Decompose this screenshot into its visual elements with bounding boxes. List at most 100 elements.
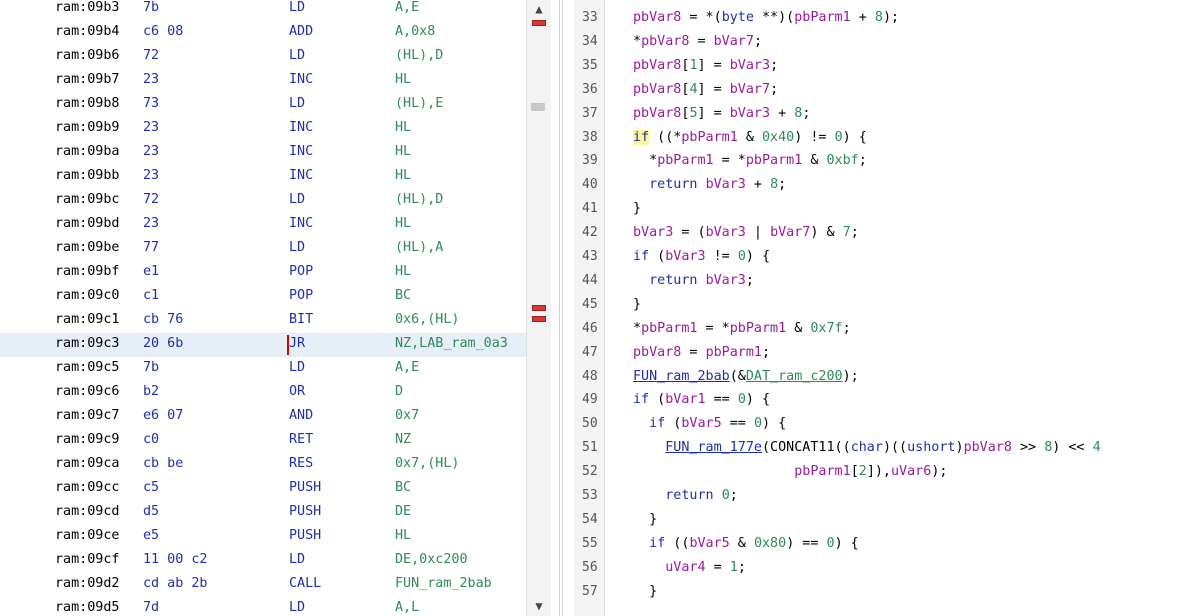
listing-operands[interactable]: DE bbox=[395, 504, 411, 519]
listing-operands[interactable]: (HL),D bbox=[395, 192, 443, 207]
code-line[interactable]: pbVar8[4] = bVar7; bbox=[633, 82, 778, 97]
code-line[interactable]: *pbVar8 = bVar7; bbox=[633, 34, 762, 49]
listing-row[interactable]: ram:09b7 23 INC HL bbox=[0, 69, 526, 93]
listing-mnemonic[interactable]: AND bbox=[289, 408, 313, 423]
listing-bytes[interactable]: 7b bbox=[143, 0, 159, 15]
listing-address[interactable]: ram:09c7 bbox=[55, 408, 120, 423]
listing-address[interactable]: ram:09bb bbox=[55, 168, 120, 183]
code-line[interactable]: *pbParm1 = *pbParm1 & 0x7f; bbox=[633, 321, 851, 336]
variable-token[interactable]: pbVar8 bbox=[964, 440, 1012, 455]
listing-mnemonic[interactable]: LD bbox=[289, 552, 305, 567]
listing-address[interactable]: ram:09cf bbox=[55, 552, 120, 567]
listing-mnemonic[interactable]: ADD bbox=[289, 24, 313, 39]
listing-row[interactable]: ram:09b3 7b LD A,E bbox=[0, 0, 526, 21]
listing-mnemonic[interactable]: POP bbox=[289, 288, 313, 303]
listing-operands[interactable]: (HL),D bbox=[395, 48, 443, 63]
listing-mnemonic[interactable]: OR bbox=[289, 384, 305, 399]
listing-mnemonic[interactable]: INC bbox=[289, 168, 313, 183]
listing-bytes[interactable]: b2 bbox=[143, 384, 159, 399]
listing-operands[interactable]: HL bbox=[395, 120, 411, 135]
listing-bytes[interactable]: cb be bbox=[143, 456, 183, 471]
listing-address[interactable]: ram:09b9 bbox=[55, 120, 120, 135]
variable-token[interactable]: pbParm1 bbox=[746, 153, 802, 168]
listing-mnemonic[interactable]: LD bbox=[289, 96, 305, 111]
listing-mnemonic[interactable]: RES bbox=[289, 456, 313, 471]
listing-operands[interactable]: DE,0xc200 bbox=[395, 552, 468, 567]
bookmark-marker[interactable] bbox=[532, 316, 546, 322]
listing-address[interactable]: ram:09cc bbox=[55, 480, 120, 495]
variable-token[interactable]: pbVar8 bbox=[641, 34, 689, 49]
variable-token[interactable]: pbParm1 bbox=[730, 321, 786, 336]
listing-bytes[interactable]: 23 bbox=[143, 144, 159, 159]
code-line[interactable]: } bbox=[633, 584, 657, 599]
listing-operands[interactable]: HL bbox=[395, 168, 411, 183]
listing-row[interactable]: ram:09b4 c6 08 ADD A,0x8 bbox=[0, 21, 526, 45]
listing-bytes[interactable]: c0 bbox=[143, 432, 159, 447]
listing-operands[interactable]: (HL),E bbox=[395, 96, 443, 111]
listing-operands[interactable]: HL bbox=[395, 528, 411, 543]
listing-bytes[interactable]: 72 bbox=[143, 192, 159, 207]
scroll-thumb[interactable] bbox=[531, 103, 545, 111]
listing-row[interactable]: ram:09c6 b2 OR D bbox=[0, 381, 526, 405]
listing-operands[interactable]: A,L bbox=[395, 600, 419, 615]
listing-bytes[interactable]: 72 bbox=[143, 48, 159, 63]
listing-bytes[interactable]: 7b bbox=[143, 360, 159, 375]
function-link[interactable]: FUN_ram_177e bbox=[665, 440, 762, 455]
listing-row[interactable]: ram:09b6 72 LD (HL),D bbox=[0, 45, 526, 69]
listing-row[interactable]: ram:09cc c5 PUSH BC bbox=[0, 477, 526, 501]
listing-operands[interactable]: HL bbox=[395, 216, 411, 231]
code-line[interactable]: if (bVar1 == 0) { bbox=[633, 392, 770, 407]
listing-address[interactable]: ram:09bd bbox=[55, 216, 120, 231]
listing-bytes[interactable]: c6 08 bbox=[143, 24, 183, 39]
listing-address[interactable]: ram:09b6 bbox=[55, 48, 120, 63]
listing-mnemonic[interactable]: JR bbox=[289, 336, 305, 351]
listing-operands[interactable]: BC bbox=[395, 288, 411, 303]
listing-address[interactable]: ram:09c6 bbox=[55, 384, 120, 399]
listing-bytes[interactable]: c5 bbox=[143, 480, 159, 495]
listing-operands[interactable]: NZ bbox=[395, 432, 411, 447]
code-line[interactable]: } bbox=[633, 297, 641, 312]
listing-mnemonic[interactable]: BIT bbox=[289, 312, 313, 327]
listing-address[interactable]: ram:09c3 bbox=[55, 336, 120, 351]
code-line[interactable]: *pbParm1 = *pbParm1 & 0xbf; bbox=[633, 153, 867, 168]
listing-address[interactable]: ram:09c1 bbox=[55, 312, 120, 327]
variable-token[interactable]: pbParm1 bbox=[657, 153, 713, 168]
code-line[interactable]: pbVar8[1] = bVar3; bbox=[633, 58, 778, 73]
listing-bytes[interactable]: 23 bbox=[143, 72, 159, 87]
listing-operands[interactable]: D bbox=[395, 384, 403, 399]
listing-address[interactable]: ram:09bf bbox=[55, 264, 120, 279]
scroll-up-arrow-icon[interactable]: ▲ bbox=[532, 3, 546, 15]
listing-address[interactable]: ram:09b8 bbox=[55, 96, 120, 111]
listing-operands[interactable]: A,0x8 bbox=[395, 24, 435, 39]
bookmark-marker[interactable] bbox=[532, 305, 546, 311]
code-line[interactable]: if ((*pbParm1 & 0x40) != 0) { bbox=[633, 129, 867, 145]
listing-row[interactable]: ram:09b9 23 INC HL bbox=[0, 117, 526, 141]
listing-bytes[interactable]: c1 bbox=[143, 288, 159, 303]
listing-mnemonic[interactable]: LD bbox=[289, 0, 305, 15]
listing-row[interactable]: ram:09d5 7d LD A,L bbox=[0, 597, 526, 616]
listing-operands[interactable]: (HL),A bbox=[395, 240, 443, 255]
listing-operands[interactable]: A,E bbox=[395, 0, 419, 15]
listing-row[interactable]: ram:09cf 11 00 c2 LD DE,0xc200 bbox=[0, 549, 526, 573]
listing-row[interactable]: ram:09ca cb be RES 0x7,(HL) bbox=[0, 453, 526, 477]
code-line[interactable]: } bbox=[633, 512, 657, 527]
listing-row[interactable]: ram:09c9 c0 RET NZ bbox=[0, 429, 526, 453]
listing-mnemonic[interactable]: RET bbox=[289, 432, 313, 447]
variable-token[interactable]: bVar5 bbox=[681, 416, 721, 431]
listing-address[interactable]: ram:09d2 bbox=[55, 576, 120, 591]
listing-bytes[interactable]: 23 bbox=[143, 168, 159, 183]
variable-token[interactable]: uVar4 bbox=[665, 560, 705, 575]
listing-mnemonic[interactable]: PUSH bbox=[289, 528, 321, 543]
variable-token[interactable]: bVar3 bbox=[706, 273, 746, 288]
listing-mnemonic[interactable]: INC bbox=[289, 216, 313, 231]
code-line[interactable]: if ((bVar5 & 0x80) == 0) { bbox=[633, 536, 859, 551]
variable-token[interactable]: bVar1 bbox=[665, 392, 705, 407]
listing-pane[interactable]: ram:09b3 7b LD A,E ram:09b4 c6 08 ADD A,0x8 ram:… bbox=[0, 0, 526, 616]
bookmark-marker[interactable] bbox=[532, 20, 546, 26]
listing-operands[interactable]: 0x7,(HL) bbox=[395, 456, 460, 471]
listing-operands[interactable]: FUN_ram_2bab bbox=[395, 576, 492, 591]
listing-mnemonic[interactable]: PUSH bbox=[289, 480, 321, 495]
listing-bytes[interactable]: 20 6b bbox=[143, 336, 183, 351]
variable-token[interactable]: uVar6 bbox=[891, 464, 931, 479]
code-line[interactable]: bVar3 = (bVar3 | bVar7) & 7; bbox=[633, 225, 859, 240]
